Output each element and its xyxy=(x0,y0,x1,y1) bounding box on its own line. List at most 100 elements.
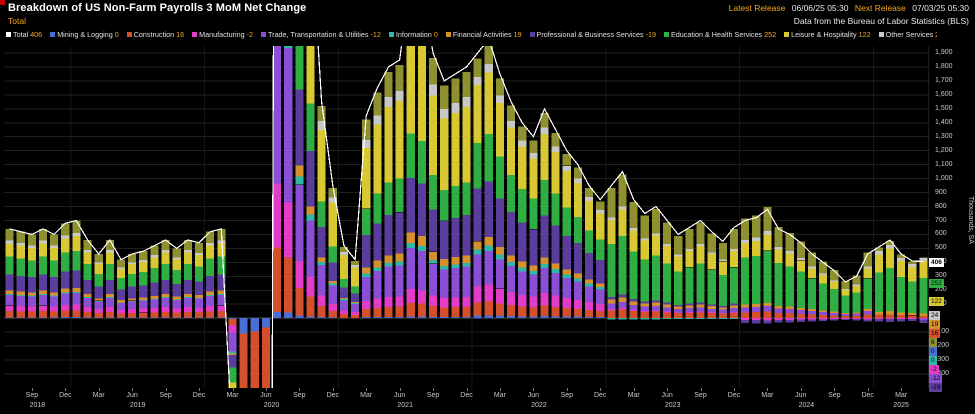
bar-segment xyxy=(774,306,782,309)
bar-segment xyxy=(429,58,437,85)
bar-segment xyxy=(540,258,548,264)
bar-segment xyxy=(173,248,181,257)
bar-segment xyxy=(39,294,47,295)
bar-segment xyxy=(741,312,749,318)
bar-segment xyxy=(84,298,92,307)
bar-segment xyxy=(351,315,359,318)
bar-segment xyxy=(184,307,192,312)
bar-segment xyxy=(685,304,693,306)
bar-segment xyxy=(173,297,181,300)
bar-segment xyxy=(206,243,214,246)
bar-segment xyxy=(674,271,682,305)
series-selector[interactable]: Total xyxy=(8,16,26,26)
bar-segment xyxy=(607,188,615,217)
bar-segment xyxy=(864,269,872,279)
bar-segment xyxy=(641,239,649,241)
bar-segment xyxy=(50,317,58,318)
bar-segment xyxy=(507,316,515,318)
bar-segment xyxy=(396,179,404,213)
bar-segment xyxy=(72,233,80,236)
legend-swatch xyxy=(664,32,669,37)
bar-segment xyxy=(886,245,894,249)
bar-segment xyxy=(574,281,582,299)
bar-segment xyxy=(808,267,816,269)
bar-segment xyxy=(507,212,515,255)
legend-item-mining-logging[interactable]: Mining & Logging0 xyxy=(50,30,119,39)
bar-segment xyxy=(217,295,225,306)
last-value-badge: 122 xyxy=(929,297,944,306)
bar-segment xyxy=(730,251,738,267)
bar-segment xyxy=(830,318,838,319)
bar-segment xyxy=(106,294,114,297)
legend-item-manufacturing[interactable]: Manufacturing-2 xyxy=(192,30,253,39)
bar-segment xyxy=(552,269,560,273)
x-tick xyxy=(433,388,434,391)
legend-item-financial-activities[interactable]: Financial Activities19 xyxy=(446,30,522,39)
bar-segment xyxy=(50,234,58,245)
bar-segment xyxy=(730,318,738,319)
legend-item-leisure-hospitality[interactable]: Leisure & Hospitality122 xyxy=(784,30,871,39)
bar-segment xyxy=(886,268,894,311)
legend-value: 0 xyxy=(434,30,438,39)
bar-segment xyxy=(730,313,738,318)
bar-segment xyxy=(708,318,716,319)
bar-segment xyxy=(518,189,526,222)
chart-plot[interactable] xyxy=(4,46,929,388)
bar-segment xyxy=(518,127,526,141)
x-year-label: 2024 xyxy=(799,402,815,409)
bar-segment xyxy=(50,312,58,318)
bar-segment xyxy=(184,312,192,317)
legend-item-information[interactable]: Information0 xyxy=(389,30,438,39)
bar-segment xyxy=(384,267,392,297)
bar-segment xyxy=(607,220,615,244)
bar-segment xyxy=(674,309,682,312)
bar-segment xyxy=(284,313,292,319)
bar-segment xyxy=(574,274,582,279)
bar-segment xyxy=(6,311,14,317)
legend-item-other-services[interactable]: Other Services24 xyxy=(879,30,937,39)
bar-segment xyxy=(139,260,147,262)
bar-segment xyxy=(708,306,716,309)
bar-segment xyxy=(908,313,916,315)
bar-segment xyxy=(150,299,158,300)
bar-segment xyxy=(708,312,716,313)
bar-segment xyxy=(117,310,125,314)
bar-segment xyxy=(318,295,326,306)
bar-segment xyxy=(529,307,537,316)
legend-item-trade-transportation-utilities[interactable]: Trade, Transportation & Utilities-12 xyxy=(261,30,381,39)
bar-segment xyxy=(451,297,459,307)
x-tick-label: Dec xyxy=(728,392,740,399)
bar-segment xyxy=(329,304,337,311)
bar-segment xyxy=(195,255,203,266)
x-tick-label: Sep xyxy=(159,392,171,399)
bar-segment xyxy=(730,305,738,308)
bar-segment xyxy=(117,300,125,302)
legend-item-construction[interactable]: Construction16 xyxy=(127,30,184,39)
legend-value: -19 xyxy=(646,30,656,39)
legend-item-professional-business-services[interactable]: Professional & Business Services-19 xyxy=(530,30,656,39)
bar-segment xyxy=(563,166,571,171)
bar-segment xyxy=(95,298,103,301)
bar-segment xyxy=(407,243,415,248)
bar-segment xyxy=(340,298,348,299)
source-note: Data from the Bureau of Labor Statistics… xyxy=(794,16,969,26)
bar-segment xyxy=(474,188,482,241)
bar-segment xyxy=(329,286,337,305)
bar-segment xyxy=(708,234,716,253)
bar-segment xyxy=(563,298,571,308)
bar-segment xyxy=(162,297,170,298)
legend-value: 24 xyxy=(935,30,937,39)
release-info: Latest Release 06/06/25 05:30 Next Relea… xyxy=(725,3,969,13)
bar-segment xyxy=(663,264,671,303)
bar-segment xyxy=(139,313,147,318)
bar-segment xyxy=(195,266,203,281)
x-tick-label: Sep xyxy=(694,392,706,399)
x-tick xyxy=(801,388,802,391)
legend-item-education-health-services[interactable]: Education & Health Services252 xyxy=(664,30,776,39)
legend-item-total[interactable]: Total406 xyxy=(6,30,42,39)
bar-segment xyxy=(585,280,593,284)
bar-segment xyxy=(117,303,125,304)
bar-segment xyxy=(641,241,649,260)
bar-segment xyxy=(329,284,337,286)
bar-segment xyxy=(106,264,114,280)
